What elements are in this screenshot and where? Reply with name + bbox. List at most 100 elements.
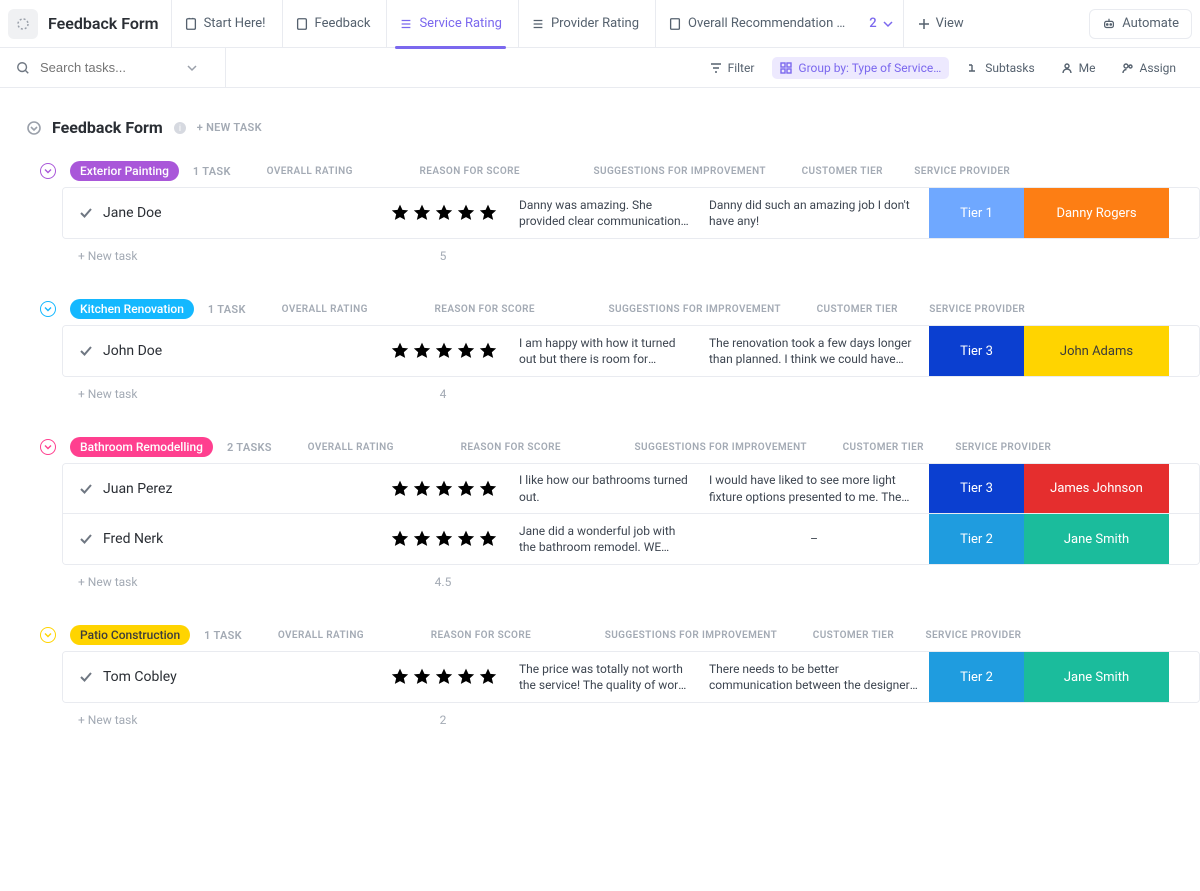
col-head-tier: CUSTOMER TIER — [795, 166, 890, 177]
tab-overall-recommendation[interactable]: Overall Recommendation … — [655, 0, 857, 48]
suggestion-cell[interactable]: There needs to be better communication b… — [699, 652, 929, 702]
subtasks-button[interactable]: Subtasks — [959, 57, 1042, 79]
reason-cell[interactable]: Jane did a wonderful job with the bathro… — [509, 514, 699, 564]
collapse-toggle[interactable] — [40, 627, 56, 643]
rating-cell[interactable] — [379, 464, 509, 513]
reason-cell[interactable]: The price was totally not worth the serv… — [509, 652, 699, 702]
task-name: Fred Nerk — [103, 531, 163, 547]
col-head-reason: REASON FOR SCORE — [416, 442, 606, 453]
task-name-cell: Tom Cobley — [63, 652, 379, 702]
collapse-toggle[interactable] — [40, 439, 56, 455]
rating-cell[interactable] — [379, 326, 509, 376]
suggestion-cell[interactable]: Danny did such an amazing job I don't ha… — [699, 188, 929, 238]
rating-cell[interactable] — [379, 188, 509, 238]
search-wrap — [16, 48, 226, 88]
group-footer: + New task 4.5 — [62, 569, 1200, 595]
task-row[interactable]: Tom Cobley The price was totally not wor… — [63, 652, 1199, 702]
filter-label: Filter — [728, 61, 755, 75]
group-pill[interactable]: Kitchen Renovation — [70, 299, 194, 319]
assignees-button[interactable]: Assign — [1114, 57, 1185, 79]
group-task-count: 1 TASK — [193, 165, 231, 178]
filter-button[interactable]: Filter — [702, 57, 763, 79]
provider-cell[interactable]: James Johnson — [1024, 464, 1169, 513]
tab-start-here[interactable]: Start Here! — [171, 0, 278, 48]
col-head-reason: REASON FOR SCORE — [390, 304, 580, 315]
new-task-row[interactable]: + New task — [62, 249, 378, 263]
reason-text: The price was totally not worth the serv… — [509, 661, 699, 693]
chevron-down-icon[interactable] — [186, 62, 198, 74]
group-pill[interactable]: Bathroom Remodelling — [70, 437, 213, 457]
reason-cell[interactable]: I like how our bathrooms turned out. — [509, 464, 699, 513]
suggestion-cell[interactable]: – — [699, 514, 929, 564]
reason-text: Danny was amazing. She provided clear co… — [509, 197, 699, 229]
tier-cell[interactable]: Tier 2 — [929, 652, 1024, 702]
tab-more-count[interactable]: 2 — [861, 0, 898, 48]
tier-cell[interactable]: Tier 2 — [929, 514, 1024, 564]
star-icon — [412, 341, 432, 361]
star-icon — [478, 529, 498, 549]
info-icon[interactable]: i — [173, 121, 187, 135]
new-task-button[interactable]: + NEW TASK — [197, 121, 262, 134]
suggestion-cell[interactable]: I would have liked to see more light fix… — [699, 464, 929, 513]
check-icon[interactable] — [79, 670, 93, 684]
provider-cell[interactable]: Danny Rogers — [1024, 188, 1169, 238]
search-icon — [16, 61, 30, 75]
provider-cell[interactable]: Jane Smith — [1024, 514, 1169, 564]
page-icon — [668, 17, 682, 31]
new-task-row[interactable]: + New task — [62, 713, 378, 727]
automate-button[interactable]: Automate — [1089, 9, 1192, 39]
group-task-count: 2 TASKS — [227, 441, 272, 454]
chevron-down-icon — [44, 631, 52, 639]
provider-cell[interactable]: Jane Smith — [1024, 652, 1169, 702]
tab-feedback[interactable]: Feedback — [282, 0, 383, 48]
add-view-button[interactable]: View — [903, 0, 978, 48]
group-rows: Juan Perez I like how our bathrooms turn… — [62, 463, 1200, 565]
robot-icon — [1102, 17, 1116, 31]
app-logo[interactable] — [8, 9, 38, 39]
provider-cell[interactable]: John Adams — [1024, 326, 1169, 376]
col-head-suggestions: SUGGESTIONS FOR IMPROVEMENT — [565, 166, 795, 177]
more-count: 2 — [869, 16, 876, 31]
col-head-rating: OVERALL RATING — [256, 630, 386, 641]
rating-cell[interactable] — [379, 514, 509, 564]
group-footer: + New task 5 — [62, 243, 1200, 269]
me-button[interactable]: Me — [1053, 57, 1104, 79]
check-icon[interactable] — [79, 206, 93, 220]
provider-label: Danny Rogers — [1056, 206, 1136, 221]
tier-cell[interactable]: Tier 3 — [929, 326, 1024, 376]
group-pill[interactable]: Patio Construction — [70, 625, 190, 645]
collapse-toggle[interactable] — [40, 163, 56, 179]
task-row[interactable]: Jane Doe Danny was amazing. She provided… — [63, 188, 1199, 238]
tier-cell[interactable]: Tier 1 — [929, 188, 1024, 238]
reason-cell[interactable]: I am happy with how it turned out but th… — [509, 326, 699, 376]
tab-label: Provider Rating — [551, 16, 639, 31]
task-row[interactable]: Juan Perez I like how our bathrooms turn… — [63, 464, 1199, 514]
suggestion-cell[interactable]: The renovation took a few days longer th… — [699, 326, 929, 376]
task-name-cell: John Doe — [63, 326, 379, 376]
tab-provider-rating[interactable]: Provider Rating — [518, 0, 651, 48]
check-icon[interactable] — [79, 344, 93, 358]
status-circle-icon[interactable] — [26, 120, 42, 136]
person-icon — [1061, 62, 1073, 74]
tier-label: Tier 2 — [960, 670, 993, 685]
task-name-cell: Jane Doe — [63, 188, 379, 238]
tier-cell[interactable]: Tier 3 — [929, 464, 1024, 513]
check-icon[interactable] — [79, 482, 93, 496]
filter-icon — [710, 62, 722, 74]
check-icon[interactable] — [79, 532, 93, 546]
suggestion-text: I would have liked to see more light fix… — [699, 472, 929, 504]
collapse-toggle[interactable] — [40, 301, 56, 317]
task-row[interactable]: Fred Nerk Jane did a wonderful job with … — [63, 514, 1199, 564]
rating-cell[interactable] — [379, 652, 509, 702]
star-icon — [478, 479, 498, 499]
reason-cell[interactable]: Danny was amazing. She provided clear co… — [509, 188, 699, 238]
group-pill[interactable]: Exterior Painting — [70, 161, 179, 181]
new-task-row[interactable]: + New task — [62, 387, 378, 401]
task-row[interactable]: John Doe I am happy with how it turned o… — [63, 326, 1199, 376]
group-task-count: 1 TASK — [208, 303, 246, 316]
search-input[interactable] — [38, 59, 178, 76]
new-task-row[interactable]: + New task — [62, 575, 378, 589]
star-icon — [456, 341, 476, 361]
group-by-button[interactable]: Group by: Type of Service… — [772, 57, 949, 79]
tab-service-rating[interactable]: Service Rating — [386, 0, 514, 48]
